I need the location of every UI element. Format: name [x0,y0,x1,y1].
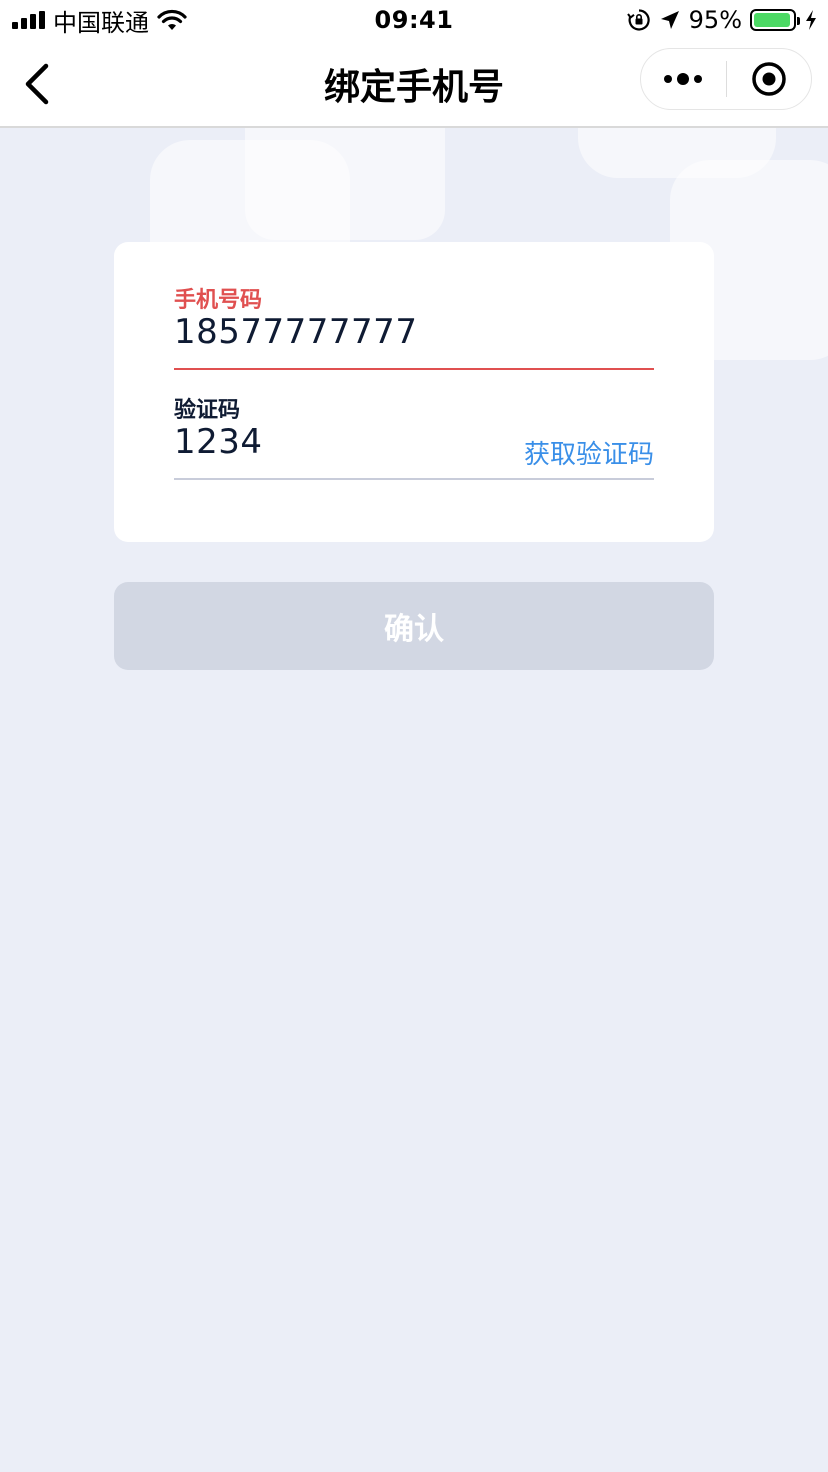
get-code-button[interactable]: 获取验证码 [524,434,654,471]
code-input[interactable]: 1234 [174,422,263,462]
phone-field: 手机号码 18577777777 [174,282,654,372]
battery-fill [754,13,791,27]
background-decoration [245,128,445,240]
code-underline [174,478,654,480]
battery-icon [750,9,800,31]
mini-program-capsule [640,48,812,110]
confirm-button[interactable]: 确认 [114,582,714,670]
rotation-lock-icon [626,9,650,31]
charging-bolt-icon [806,10,816,30]
status-right: 95% [626,6,818,34]
target-circle-icon [752,62,786,96]
phone-input[interactable]: 18577777777 [174,312,417,352]
phone-underline [174,368,654,370]
nav-bar: 绑定手机号 [0,40,828,128]
battery-cap [797,17,800,25]
code-field: 验证码 1234 获取验证码 [174,392,654,482]
screen: 中国联通 09:41 95% 绑定手机号 手机号码 18577777777 验证… [0,0,828,1472]
bind-phone-card: 手机号码 18577777777 验证码 1234 获取验证码 [114,242,714,542]
phone-label: 手机号码 [174,288,263,313]
battery-percent: 95% [688,6,742,34]
location-arrow-icon [660,11,679,29]
close-mini-program-button[interactable] [727,49,812,109]
status-bar: 中国联通 09:41 95% [0,0,828,40]
more-button[interactable] [641,49,726,109]
more-dots-icon [664,73,703,85]
code-label: 验证码 [174,398,241,423]
